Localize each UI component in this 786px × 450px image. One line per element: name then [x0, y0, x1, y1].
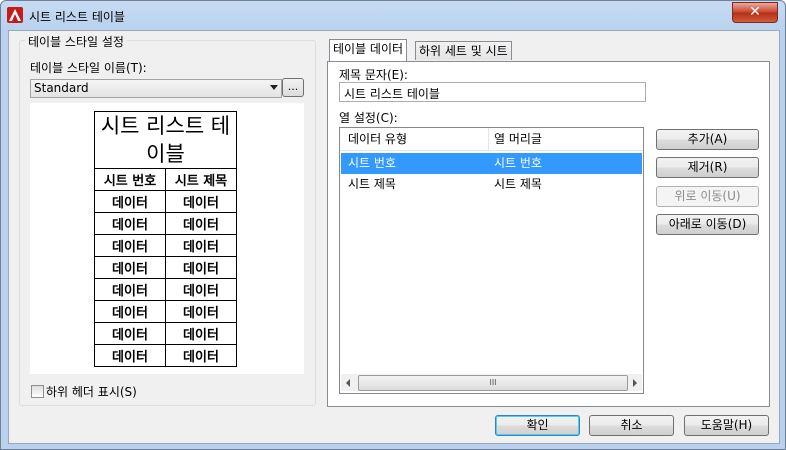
style-name-label: 테이블 스타일 이름(T): — [30, 61, 147, 75]
preview-title: 시트 리스트 테이블 — [94, 111, 237, 169]
scrollbar-thumb[interactable]: III — [358, 375, 628, 391]
show-subheader-label[interactable]: 하위 헤더 표시(S) — [46, 383, 137, 400]
remove-button[interactable]: 제거(R) — [656, 157, 759, 178]
cancel-button[interactable]: 취소 — [589, 415, 674, 436]
preview-table: 시트 리스트 테이블 시트 번호 시트 제목 데이터 데이터 데이터 데이터 데이터… — [94, 111, 237, 367]
preview-cell: 데이터 — [165, 344, 237, 367]
list-cell-type: 시트 제목 — [348, 177, 396, 191]
preview-cell: 데이터 — [94, 344, 166, 367]
preview-cell: 데이터 — [94, 234, 166, 257]
preview-cell: 데이터 — [165, 190, 237, 213]
preview-cell: 데이터 — [165, 212, 237, 235]
ok-button[interactable]: 확인 — [495, 415, 580, 436]
list-cell-heading: 시트 제목 — [494, 177, 542, 191]
list-item[interactable]: 시트 제목 시트 제목 — [341, 174, 642, 195]
column-header-data-type[interactable]: 데이터 유형 — [348, 128, 407, 150]
grip-icon: III — [489, 378, 497, 387]
list-cell-heading: 시트 번호 — [494, 156, 542, 170]
dialog-body: 테이블 스타일 설정 테이블 스타일 이름(T): Standard ... 시… — [8, 30, 780, 444]
column-header-heading[interactable]: 열 머리글 — [494, 128, 542, 150]
title-text-input[interactable]: 시트 리스트 테이블 — [339, 82, 646, 102]
add-button[interactable]: 추가(A) — [656, 129, 759, 150]
window-title: 시트 리스트 테이블 — [29, 10, 125, 24]
dialog-window: 시트 리스트 테이블 ✕ 테이블 스타일 설정 테이블 스타일 이름(T): S… — [0, 0, 786, 450]
preview-cell: 데이터 — [165, 322, 237, 345]
help-button[interactable]: 도움말(H) — [684, 415, 769, 436]
preview-cell: 데이터 — [165, 300, 237, 323]
chevron-down-icon — [270, 85, 278, 90]
preview-cell: 데이터 — [94, 322, 166, 345]
style-name-value: Standard — [34, 81, 89, 95]
move-up-button[interactable]: 위로 이동(U) — [656, 186, 759, 207]
column-settings-label: 열 설정(C): — [339, 111, 398, 125]
show-subheader-checkbox[interactable] — [31, 385, 44, 398]
preview-cell: 데이터 — [165, 234, 237, 257]
column-divider[interactable] — [488, 128, 489, 150]
list-item[interactable]: 시트 번호 시트 번호 — [341, 153, 642, 174]
list-header: 데이터 유형 열 머리글 — [340, 128, 643, 151]
move-down-button[interactable]: 아래로 이동(D) — [656, 214, 759, 235]
preview-header: 시트 제목 — [165, 168, 237, 191]
tab-subsets-and-sheets[interactable]: 하위 세트 및 시트 — [415, 41, 512, 60]
title-bar[interactable]: 시트 리스트 테이블 ✕ — [1, 1, 785, 31]
preview-cell: 데이터 — [94, 256, 166, 279]
table-style-group-title: 테이블 스타일 설정 — [25, 33, 127, 50]
app-logo-icon — [7, 7, 23, 23]
scroll-left-icon[interactable] — [346, 379, 350, 387]
title-text-value: 시트 리스트 테이블 — [344, 87, 440, 101]
browse-style-button[interactable]: ... — [282, 78, 304, 97]
title-text-label: 제목 문자(E): — [339, 68, 408, 82]
preview-cell: 데이터 — [94, 300, 166, 323]
preview-cell: 데이터 — [165, 256, 237, 279]
scroll-right-icon[interactable] — [633, 379, 637, 387]
table-preview: 시트 리스트 테이블 시트 번호 시트 제목 데이터 데이터 데이터 데이터 데이터… — [30, 103, 304, 374]
preview-cell: 데이터 — [94, 212, 166, 235]
preview-cell: 데이터 — [94, 278, 166, 301]
close-button[interactable]: ✕ — [732, 2, 778, 23]
horizontal-scrollbar[interactable]: III — [341, 374, 642, 391]
preview-header: 시트 번호 — [94, 168, 166, 191]
close-icon: ✕ — [749, 4, 761, 20]
preview-cell: 데이터 — [165, 278, 237, 301]
tab-table-data[interactable]: 테이블 데이터 — [329, 39, 408, 61]
preview-cell: 데이터 — [94, 190, 166, 213]
style-name-dropdown[interactable]: Standard — [30, 79, 282, 98]
column-settings-list[interactable]: 데이터 유형 열 머리글 시트 번호 시트 번호 시트 제목 시트 제목 III — [339, 127, 644, 394]
list-cell-type: 시트 번호 — [348, 156, 396, 170]
